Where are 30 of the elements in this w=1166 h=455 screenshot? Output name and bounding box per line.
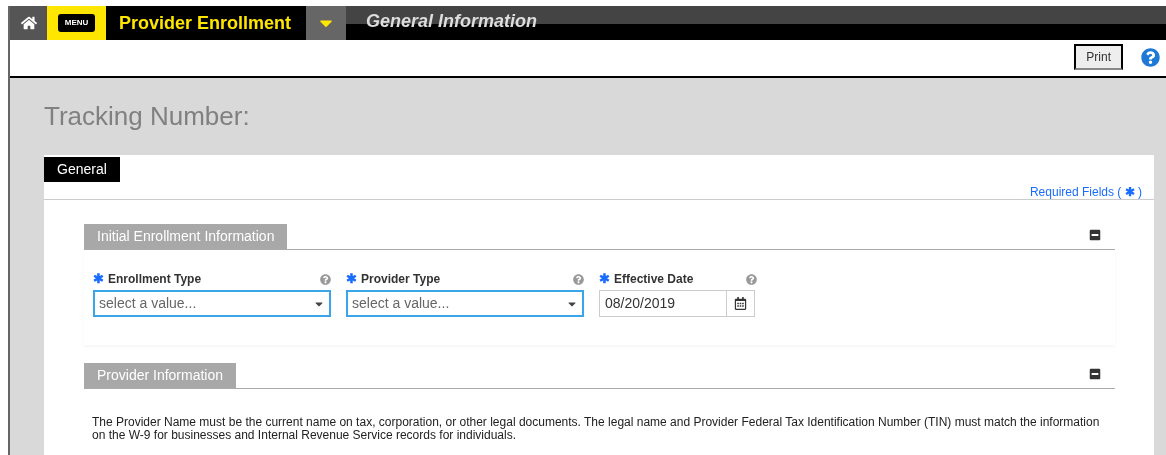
calendar-button[interactable] bbox=[727, 290, 755, 317]
required-asterisk: ✱ bbox=[599, 270, 610, 289]
required-asterisk: ✱ bbox=[346, 270, 357, 289]
info-paragraph: The Provider Name must be the current name on tax, corporation, or other legal documents. The legal name and Provider Federal Tax Identification Number (TIN) must match the information on the W-9 for businesses and Internal Revenue Service records for individuals. bbox=[91, 414, 1101, 442]
field-label: Enrollment Type bbox=[108, 271, 202, 288]
print-button[interactable]: Print bbox=[1074, 44, 1123, 71]
tracking-number-label: Tracking Number: bbox=[44, 100, 250, 133]
collapse-icon[interactable] bbox=[1089, 229, 1101, 241]
field-label: Provider Type bbox=[361, 271, 441, 288]
home-icon bbox=[20, 15, 37, 32]
help-icon[interactable] bbox=[573, 273, 584, 285]
calendar-icon bbox=[734, 297, 747, 310]
select-field[interactable]: select a value... bbox=[346, 290, 584, 317]
tab[interactable]: General bbox=[44, 157, 120, 182]
help-icon[interactable] bbox=[1141, 47, 1160, 67]
home-button[interactable] bbox=[10, 6, 47, 41]
required-fields-link[interactable]: Required Fields ( ✱ ) bbox=[1029, 183, 1154, 201]
dropdown-button[interactable] bbox=[306, 6, 347, 41]
date-field[interactable]: 08/20/2019 bbox=[599, 290, 727, 317]
section-header: Provider Information bbox=[84, 363, 237, 388]
menu-button[interactable]: MENU bbox=[57, 14, 96, 33]
required-asterisk: ✱ bbox=[93, 270, 104, 289]
collapse-icon[interactable] bbox=[1089, 368, 1101, 380]
app-title: Provider Enrollment bbox=[118, 11, 293, 35]
help-icon[interactable] bbox=[746, 273, 757, 285]
page-title: General Information bbox=[366, 9, 538, 33]
help-icon[interactable] bbox=[320, 273, 331, 285]
section-header: Initial Enrollment Information bbox=[84, 224, 288, 249]
field-label: Effective Date bbox=[614, 271, 694, 288]
select-field[interactable]: select a value... bbox=[93, 290, 331, 317]
